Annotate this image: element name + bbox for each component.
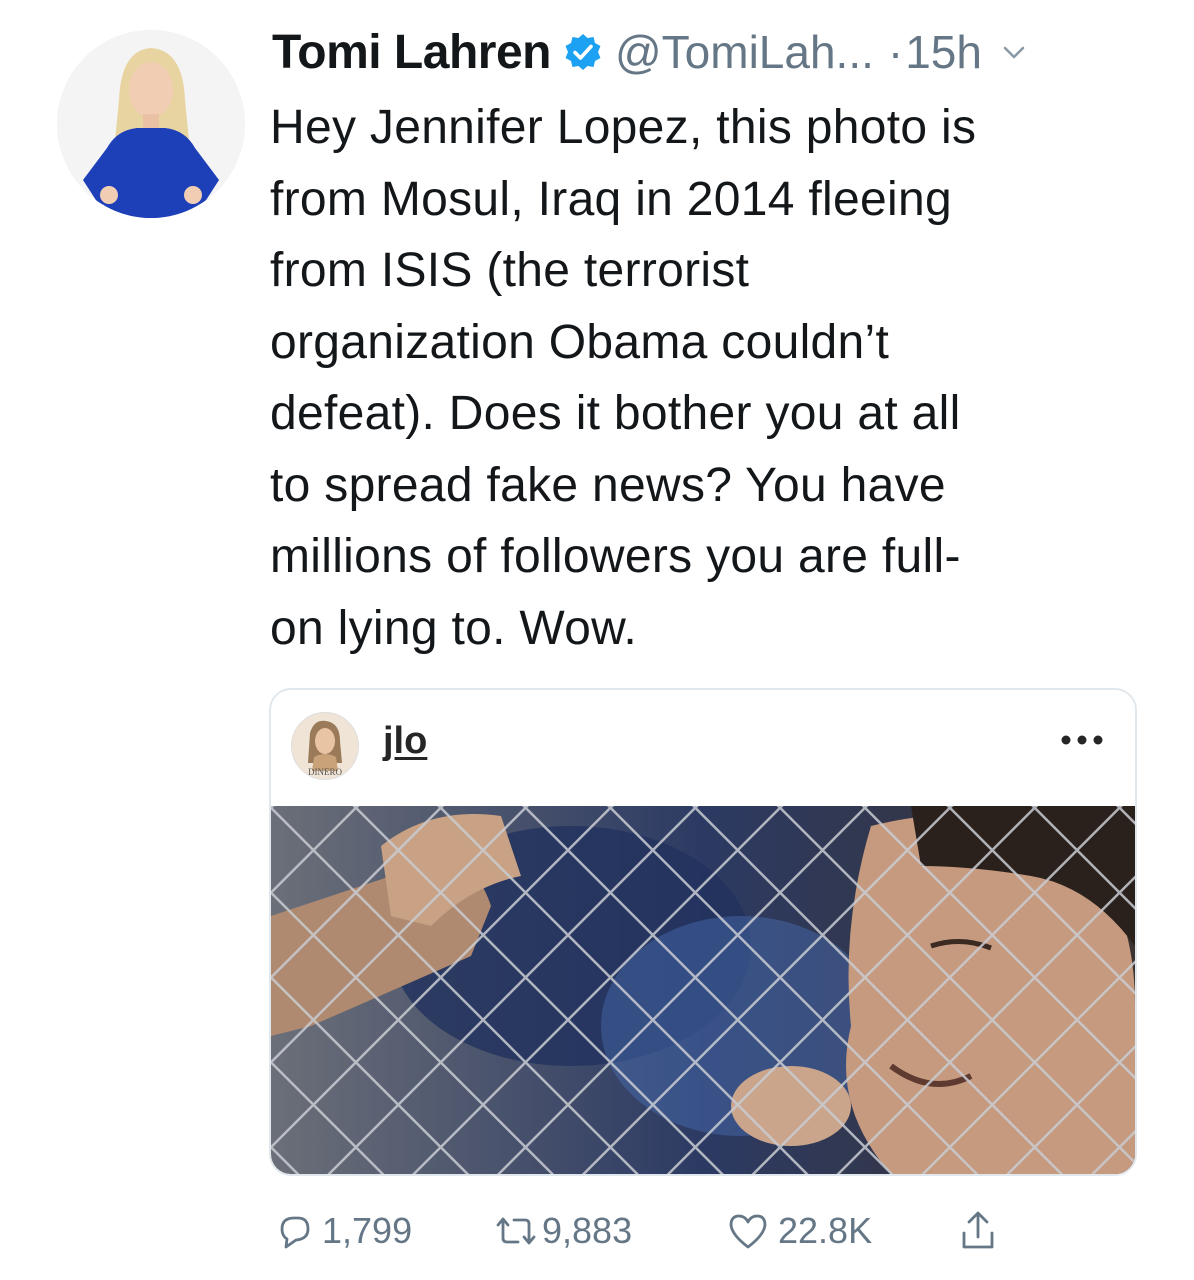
author-handle[interactable]: @TomiLah... [615, 25, 874, 79]
retweet-icon [492, 1211, 540, 1251]
embedded-post-header: DINERO jlo [271, 690, 1135, 806]
author-name[interactable]: Tomi Lahren [272, 25, 551, 80]
tweet-text: Hey Jennifer Lopez, this photo is from M… [270, 101, 977, 655]
retweet-count: 9,883 [542, 1210, 633, 1251]
tweet-actions: 1,799 9,883 22.8K [270, 1206, 1030, 1256]
embedded-post-card[interactable]: DINERO jlo [269, 688, 1137, 1176]
retweet-button[interactable]: 9,883 [492, 1206, 632, 1256]
reply-count: 1,799 [322, 1210, 413, 1251]
reply-button[interactable]: 1,799 [274, 1206, 412, 1256]
separator-dot: · [887, 26, 904, 78]
share-button[interactable] [958, 1206, 998, 1256]
embedded-post-photo[interactable] [271, 806, 1135, 1174]
share-icon [958, 1209, 998, 1253]
author-avatar[interactable] [57, 30, 245, 218]
chevron-down-icon[interactable] [1000, 38, 1028, 66]
embedded-post-avatar[interactable]: DINERO [291, 712, 359, 780]
verified-badge-icon [563, 32, 603, 72]
like-button[interactable]: 22.8K [726, 1206, 872, 1256]
like-count: 22.8K [778, 1210, 873, 1251]
tweet-header: Tomi Lahren @TomiLah... · 15h [272, 20, 1172, 84]
embedded-post-username[interactable]: jlo [383, 720, 427, 763]
tweet-timestamp[interactable]: 15h [905, 25, 982, 79]
more-dots-icon[interactable] [1059, 732, 1105, 748]
reply-icon [274, 1211, 314, 1251]
like-icon [726, 1211, 770, 1251]
embedded-avatar-text: DINERO [308, 767, 342, 777]
